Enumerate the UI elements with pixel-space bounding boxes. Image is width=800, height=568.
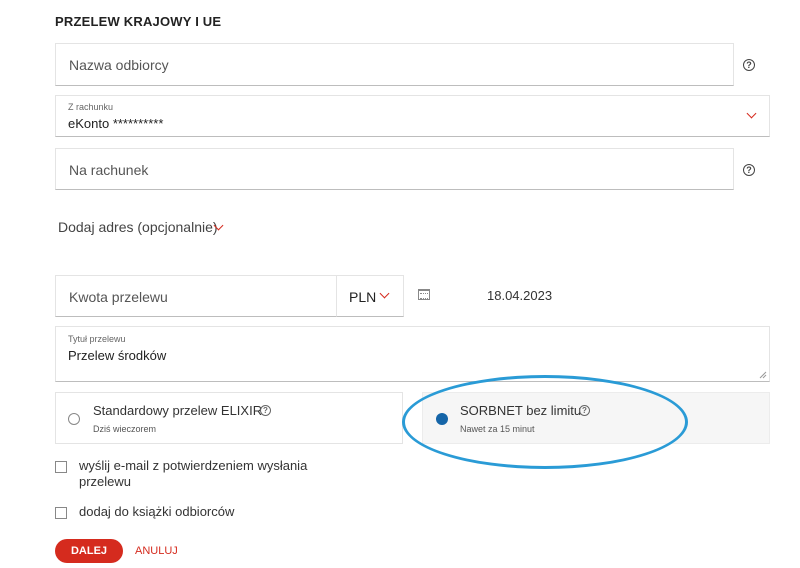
transfer-title-value: Przelew środków — [68, 348, 167, 363]
cancel-button[interactable]: ANULUJ — [135, 545, 178, 557]
to-account-input[interactable]: Na rachunek — [55, 148, 734, 190]
add-to-address-book-label: dodaj do książki odbiorców — [79, 504, 235, 519]
elixir-subtitle: Dziś wieczorem — [93, 424, 157, 434]
recipient-name-placeholder: Nazwa odbiorcy — [69, 57, 169, 73]
from-account-select[interactable]: Z rachunku eKonto ********** — [55, 95, 770, 137]
chevron-down-icon — [379, 288, 390, 299]
currency-value: PLN — [349, 289, 377, 305]
recipient-name-input[interactable]: Nazwa odbiorcy — [55, 43, 734, 86]
transfer-type-sorbnet[interactable]: SORBNET bez limitu ? Nawet za 15 minut — [422, 392, 770, 444]
sorbnet-subtitle: Nawet za 15 minut — [460, 424, 535, 434]
add-to-address-book-checkbox[interactable] — [55, 507, 67, 519]
page-title: PRZELEW KRAJOWY I UE — [55, 14, 222, 29]
transfer-title-textarea[interactable]: Tytuł przelewu Przelew środków — [55, 326, 770, 382]
from-account-label: Z rachunku — [68, 102, 114, 112]
transfer-title-label: Tytuł przelewu — [68, 334, 126, 344]
transfer-date[interactable]: 18.04.2023 — [487, 288, 552, 303]
calendar-icon[interactable] — [418, 289, 430, 300]
to-account-help-icon[interactable]: ? — [743, 164, 755, 176]
amount-placeholder: Kwota przelewu — [69, 289, 168, 305]
to-account-placeholder: Na rachunek — [69, 162, 149, 178]
elixir-help-icon[interactable]: ? — [260, 405, 271, 416]
chevron-down-icon — [746, 108, 757, 119]
sorbnet-title: SORBNET bez limitu — [460, 403, 582, 418]
transfer-type-elixir[interactable]: Standardowy przelew ELIXIR ? Dziś wieczo… — [55, 392, 403, 444]
elixir-title: Standardowy przelew ELIXIR — [93, 403, 263, 418]
sorbnet-help-icon[interactable]: ? — [579, 405, 590, 416]
resize-handle-icon[interactable] — [759, 371, 767, 379]
from-account-value: eKonto ********** — [68, 116, 164, 131]
currency-select[interactable]: PLN — [336, 275, 404, 317]
amount-input[interactable]: Kwota przelewu — [55, 275, 337, 317]
radio-elixir[interactable] — [68, 413, 80, 425]
recipient-help-icon[interactable]: ? — [743, 59, 755, 71]
add-address-label: Dodaj adres (opcjonalnie) — [58, 219, 218, 235]
radio-sorbnet[interactable] — [436, 413, 448, 425]
email-confirmation-label: wyślij e-mail z potwierdzeniem wysłania … — [79, 458, 308, 489]
next-button[interactable]: DALEJ — [55, 539, 123, 563]
email-confirmation-checkbox[interactable] — [55, 461, 67, 473]
